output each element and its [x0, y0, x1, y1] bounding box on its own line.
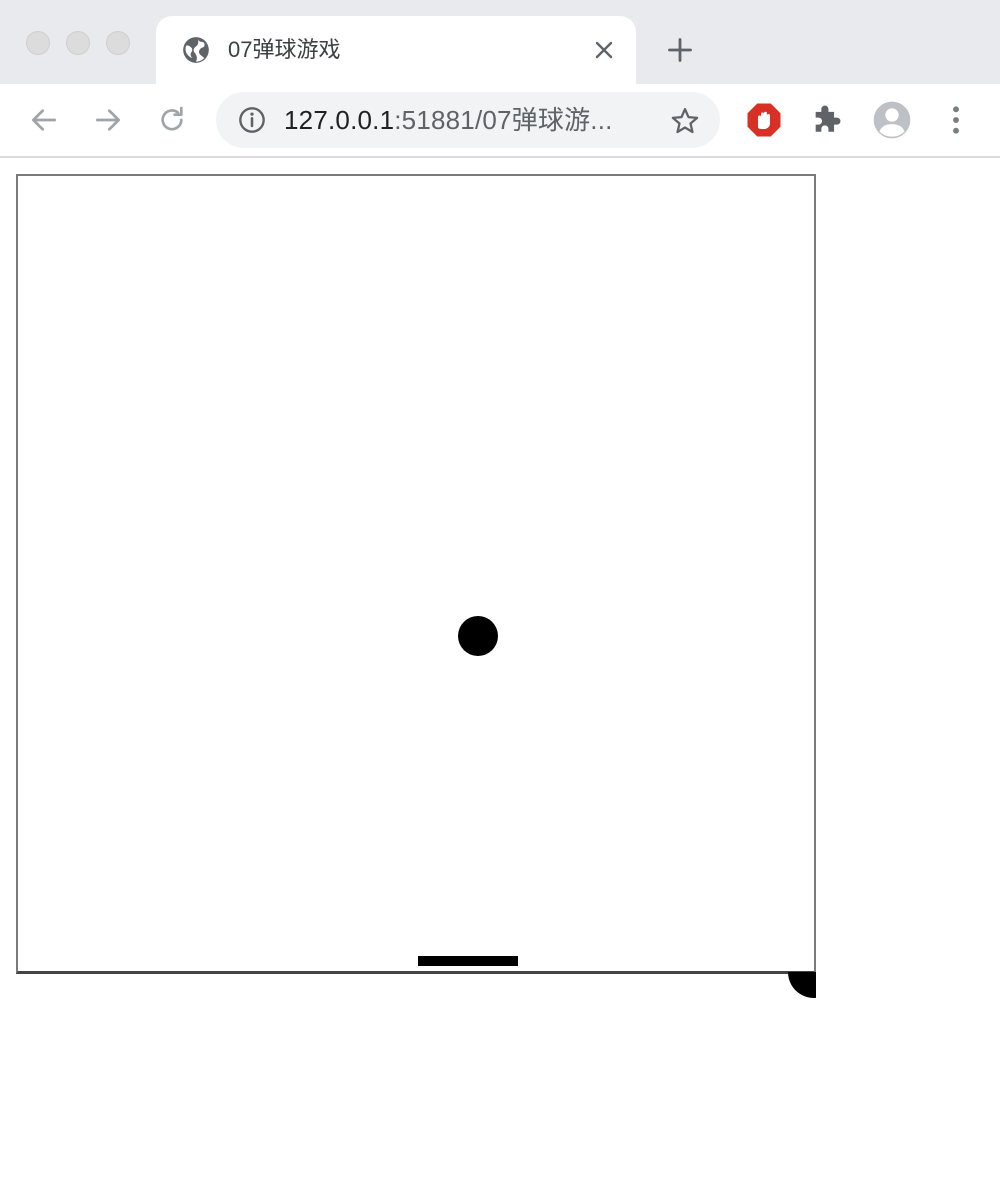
kebab-menu-icon[interactable]	[944, 104, 968, 136]
close-icon[interactable]	[592, 38, 616, 62]
arrow-right-icon[interactable]	[92, 104, 124, 136]
url-host: 127.0.0.1	[284, 105, 395, 135]
game-canvas[interactable]	[16, 174, 816, 974]
paddle[interactable]	[418, 956, 518, 966]
tab-strip: 07弹球游戏	[0, 0, 1000, 84]
browser-window: 07弹球游戏 127.0.0.1:51881/07弹球游...	[0, 0, 1000, 1184]
url-text[interactable]: 127.0.0.1:51881/07弹球游...	[284, 105, 613, 135]
tab-active[interactable]: 07弹球游戏	[156, 16, 636, 84]
window-minimize-light[interactable]	[66, 31, 90, 55]
window-close-light[interactable]	[26, 31, 50, 55]
browser-toolbar: 127.0.0.1:51881/07弹球游...	[0, 84, 1000, 158]
url-path: :51881/07弹球游...	[394, 105, 613, 135]
tab-title: 07弹球游戏	[228, 37, 341, 62]
arrow-left-icon[interactable]	[28, 104, 60, 136]
star-icon[interactable]	[670, 106, 700, 136]
info-icon[interactable]	[238, 106, 266, 134]
profile-icon[interactable]	[872, 100, 912, 140]
window-zoom-light[interactable]	[106, 31, 130, 55]
ball	[458, 616, 498, 656]
globe-icon	[183, 37, 209, 63]
reload-icon[interactable]	[156, 104, 188, 136]
address-bar[interactable]: 127.0.0.1:51881/07弹球游...	[216, 92, 720, 148]
puzzle-icon[interactable]	[810, 102, 844, 136]
new-tab-plus-icon[interactable]	[666, 36, 694, 64]
ball-fragment	[788, 972, 816, 998]
adblock-icon[interactable]	[746, 102, 782, 138]
